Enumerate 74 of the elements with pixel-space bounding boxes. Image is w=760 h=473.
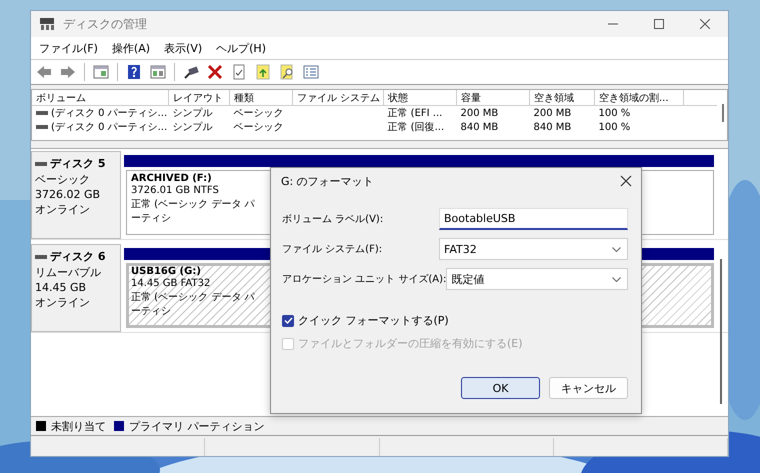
field-label: ファイル システム(F): <box>282 243 382 256</box>
partition-detail: 14.45 GB FAT32 <box>131 278 210 289</box>
legend-label: 未割り当て <box>51 418 106 434</box>
close-icon[interactable] <box>700 19 710 29</box>
legend-label: プライマリ パーティション <box>129 418 264 434</box>
plug-icon[interactable] <box>183 64 199 80</box>
checklist-icon[interactable] <box>231 64 247 80</box>
column-header[interactable]: ボリューム <box>32 90 168 106</box>
menu-item[interactable]: ファイル(F) <box>39 40 98 56</box>
column-header[interactable]: レイアウト <box>168 90 230 106</box>
disk-name: ディスク 6 <box>50 249 106 264</box>
table-cell: (ディスク 0 パーティシ... <box>51 108 168 119</box>
column-header[interactable]: 状態 <box>384 90 456 106</box>
dialog-title: G: のフォーマット <box>281 174 374 188</box>
disk-manager-icon <box>39 17 55 31</box>
partition-detail: 3726.01 GB NTFS <box>131 185 219 196</box>
table-cell: 正常 (回復... <box>388 122 444 133</box>
menu-item[interactable]: 表示(V) <box>164 40 202 56</box>
column-header[interactable]: 種類 <box>230 90 292 106</box>
scrollbar-thumb[interactable] <box>720 259 722 404</box>
partition-status: 正常 (ベーシック データ パーティシ <box>131 290 256 318</box>
disk-size: 14.45 GB <box>35 281 88 294</box>
disk-status: オンライン <box>35 295 91 310</box>
delete-icon[interactable] <box>207 64 223 80</box>
up-folder-icon[interactable] <box>255 64 271 80</box>
dropdown[interactable]: 既定値 <box>446 268 628 290</box>
column-header[interactable]: 空き領域の割... <box>594 90 684 106</box>
caret-icon <box>612 276 621 282</box>
checkbox-label: ファイルとフォルダーの圧縮を有効にする(E) <box>298 336 523 351</box>
partition-status: 正常 (ベーシック データ パーティシ <box>131 198 256 225</box>
maximize-icon[interactable] <box>654 19 664 29</box>
table-cell: 200 MB <box>534 108 572 118</box>
checkbox[interactable] <box>282 314 294 326</box>
forward-arrow-icon[interactable] <box>60 64 76 80</box>
table-cell: シンプル <box>172 108 212 119</box>
caret-icon <box>612 246 621 252</box>
menu-item[interactable]: 操作(A) <box>112 40 150 56</box>
field-label: ボリューム ラベル(V): <box>282 213 384 226</box>
column-header[interactable]: ファイル システム <box>292 90 384 106</box>
table-cell: ベーシック <box>234 122 284 133</box>
disk-type: リムーバブル <box>35 265 102 280</box>
disk-status: オンライン <box>35 202 91 217</box>
window-title: ディスクの管理 <box>63 16 148 32</box>
column-header[interactable]: 空き領域 <box>530 90 594 106</box>
disk-name: ディスク 5 <box>50 156 106 171</box>
table-cell: (ディスク 0 パーティシ... <box>51 122 168 133</box>
table-cell: 100 % <box>598 122 630 132</box>
checkbox-label[interactable]: クイック フォーマットする(P) <box>298 313 449 328</box>
table-cell: 100 % <box>598 108 630 118</box>
input-field[interactable]: BootableUSB <box>439 208 628 230</box>
dropdown[interactable]: FAT32 <box>439 238 628 260</box>
scrollbar-thumb[interactable] <box>722 104 724 122</box>
field-label: アロケーション ユニット サイズ(A): <box>282 273 446 286</box>
disk-type: ベーシック <box>35 172 91 187</box>
table-cell: ベーシック <box>234 108 284 119</box>
back-arrow-icon[interactable] <box>36 64 52 80</box>
partition-label: ARCHIVED (F:) <box>131 173 212 184</box>
disk-size: 3726.02 GB <box>35 188 102 201</box>
panel-icon[interactable] <box>150 64 166 80</box>
partition-label: USB16G (G:) <box>131 266 201 277</box>
help-icon[interactable] <box>126 64 142 80</box>
table-cell: 200 MB <box>460 108 498 118</box>
table-cell: 正常 (EFI ... <box>388 108 442 119</box>
table-cell: シンプル <box>172 122 212 133</box>
search-icon[interactable] <box>279 64 295 80</box>
table-cell: 840 MB <box>534 122 572 132</box>
close-icon[interactable] <box>620 175 632 187</box>
ok-button[interactable]: OK <box>461 377 540 399</box>
list-icon[interactable] <box>303 64 319 80</box>
table-cell: 840 MB <box>460 122 498 132</box>
panel-icon[interactable] <box>93 64 109 80</box>
menu-item[interactable]: ヘルプ(H) <box>216 40 266 56</box>
cancel-button[interactable]: キャンセル <box>549 377 628 399</box>
column-header[interactable]: 容量 <box>456 90 530 106</box>
